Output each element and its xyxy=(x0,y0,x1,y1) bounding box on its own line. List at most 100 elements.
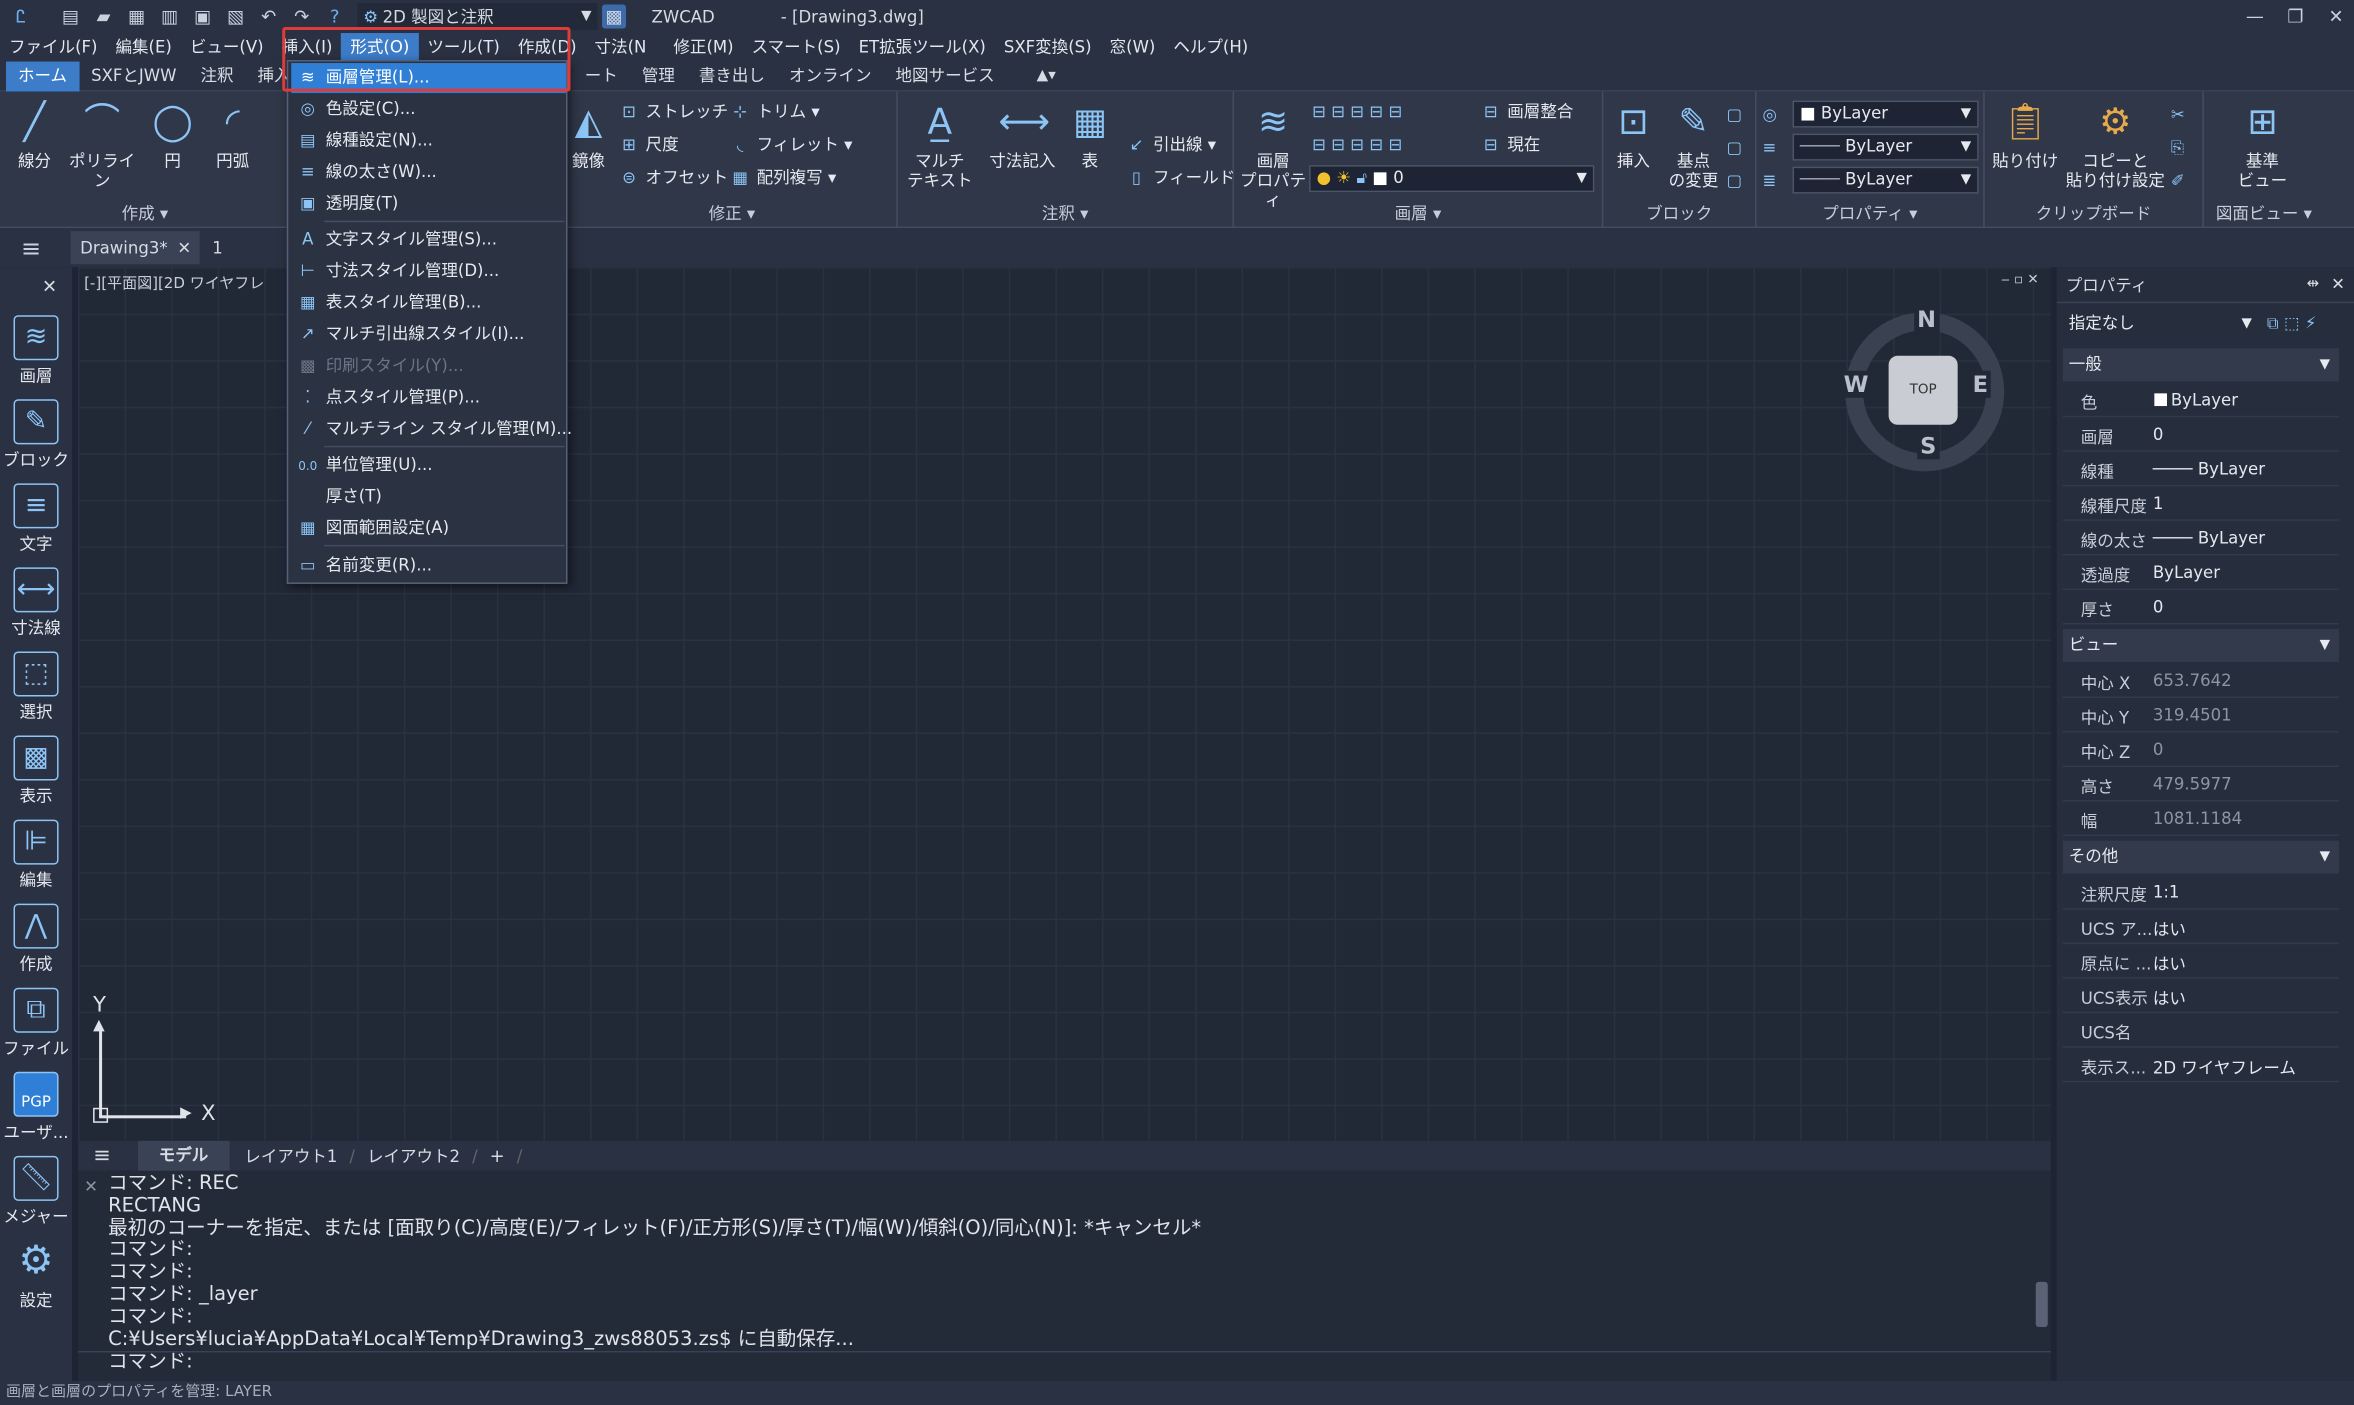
layer-properties-button[interactable]: ≋ 画層 プロパティ xyxy=(1237,98,1309,211)
property-row[interactable]: UCS名 xyxy=(2062,1013,2339,1048)
base-view-button[interactable]: ⊞ 基準 ビュー xyxy=(2225,98,2300,191)
hamburger-icon[interactable]: ≡ xyxy=(21,233,41,262)
ribbon-toggle-icon[interactable]: ▲▾ xyxy=(1037,68,1056,85)
section-misc[interactable]: その他 ▼ xyxy=(2062,840,2339,874)
views-group-label[interactable]: 図面ビュー ▾ xyxy=(2204,201,2324,225)
fillet-button[interactable]: ◟ フィレット ▾ xyxy=(730,132,853,159)
property-row[interactable]: 透過度 ByLayer xyxy=(2062,555,2339,590)
help-icon[interactable]: ? xyxy=(323,5,347,29)
circle-button[interactable]: ◯ 円 xyxy=(144,98,201,172)
left-block-button[interactable]: ✎ ブロック xyxy=(3,399,69,471)
left-settings-button[interactable]: ⚙ 設定 xyxy=(3,1240,69,1312)
properties-group-label[interactable]: プロパティ ▾ xyxy=(1756,201,1983,225)
tab-annotate[interactable]: 注釈 xyxy=(188,61,245,91)
property-row[interactable]: 幅 1081.1184 xyxy=(2062,802,2339,837)
tab-online[interactable]: オンライン xyxy=(777,61,884,91)
property-row[interactable]: 中心 X 653.7642 xyxy=(2062,663,2339,698)
quick-select-icons[interactable]: ⧉ ⬚ ⚡ xyxy=(2267,314,2316,335)
field-button[interactable]: ▯ フィールド xyxy=(1126,165,1235,192)
menu-item-tablestyle[interactable]: ▦ 表スタイル管理(B)... xyxy=(291,288,566,318)
menu-item-pointstyle[interactable]: ⁚ 点スタイル管理(P)... xyxy=(291,383,566,413)
color-combo[interactable]: ■ ByLayer ▼ xyxy=(1792,100,1979,128)
property-row[interactable]: 色 ■ ByLayer xyxy=(2062,383,2339,418)
array-button[interactable]: ▦ 配列複写 ▾ xyxy=(730,165,836,192)
layer-match-button[interactable]: ⊟ 画層整合 xyxy=(1480,99,1573,126)
tab-layout2[interactable]: レイアウト2 xyxy=(367,1144,460,1168)
toolbox-icon[interactable]: ▩ xyxy=(602,4,627,29)
layer-tools-row2[interactable]: ⊟ ⊟ ⊟ ⊟ ⊟ xyxy=(1312,132,1402,159)
leader-button[interactable]: ↙ 引出線 ▾ xyxy=(1126,132,1217,159)
tab-map[interactable]: 地図サービス xyxy=(884,61,1007,91)
property-row[interactable]: 中心 Z 0 xyxy=(2062,733,2339,768)
tab-manage[interactable]: 管理 xyxy=(630,61,687,91)
property-row[interactable]: 注釈尺度 1:1 xyxy=(2062,875,2339,910)
close-icon[interactable]: ✕ xyxy=(42,276,57,297)
property-row[interactable]: 線種 ──── ByLayer xyxy=(2062,452,2339,487)
new-icon[interactable]: ▤ xyxy=(59,5,83,29)
viewport-controls[interactable]: ‒ ▫ ✕ xyxy=(2001,273,2039,288)
maximize-icon[interactable]: ❐ xyxy=(2283,5,2307,29)
viewport-label[interactable]: [-][平面図][2D ワイヤフレ xyxy=(84,270,264,293)
property-row[interactable]: 表示ス... 2D ワイヤフレーム xyxy=(2062,1048,2339,1083)
command-window[interactable]: ✕ コマンド: REC RECTANG 最初のコーナーを指定、または [面取り(… xyxy=(78,1170,2051,1381)
menu-edit[interactable]: 編集(E) xyxy=(106,33,180,62)
property-row[interactable]: 中心 Y 319.4501 xyxy=(2062,698,2339,733)
saveas-icon[interactable]: ▥ xyxy=(158,5,182,29)
close-icon[interactable]: ✕ xyxy=(2324,5,2348,29)
menu-item-thickness[interactable]: 厚さ(T) xyxy=(291,482,566,512)
menu-sxf[interactable]: SXF変換(S) xyxy=(995,33,1101,62)
left-layer-button[interactable]: ≋ 画層 xyxy=(3,315,69,387)
app-logo-icon[interactable]: Ꮭ xyxy=(9,5,33,29)
menu-help[interactable]: ヘルプ(H) xyxy=(1164,33,1257,62)
tab-home[interactable]: ホーム xyxy=(6,60,80,91)
command-scrollbar[interactable] xyxy=(2035,1177,2048,1342)
print-icon[interactable]: ▣ xyxy=(191,5,215,29)
redo-icon[interactable]: ↷ xyxy=(290,5,314,29)
menu-item-linetype[interactable]: ▤ 線種設定(N)... xyxy=(291,126,566,156)
menu-item-rename[interactable]: ▭ 名前変更(R)... xyxy=(291,551,566,581)
polyline-button[interactable]: ⌒ ポリライン xyxy=(66,98,138,191)
property-row[interactable]: 原点に ... はい xyxy=(2062,944,2339,979)
property-row[interactable]: 画層 0 xyxy=(2062,417,2339,452)
left-edit-button[interactable]: ⊫ 編集 xyxy=(3,819,69,892)
pin-icon[interactable]: ⇹ xyxy=(2307,276,2320,293)
layer-current-button[interactable]: ⊟ 現在 xyxy=(1480,132,1540,159)
doc-tab-2[interactable]: 1 xyxy=(212,238,223,258)
tab-layout[interactable]: ート xyxy=(573,61,630,91)
modify-group-label[interactable]: 修正 ▾ xyxy=(567,201,896,225)
left-measure-button[interactable]: 📏︎ メジャー xyxy=(3,1155,69,1228)
left-text-button[interactable]: ≡ 文字 xyxy=(3,483,69,555)
left-dimension-button[interactable]: ⟷ 寸法線 xyxy=(3,567,69,639)
lineweight-combo[interactable]: ──── ByLayer ▼ xyxy=(1792,166,1979,194)
property-row[interactable]: 線の太さ ──── ByLayer xyxy=(2062,521,2339,556)
property-row[interactable]: 厚さ 0 xyxy=(2062,590,2339,625)
block-tools[interactable]: ▢ ▢ ▢ xyxy=(1726,99,1750,198)
property-row[interactable]: UCS ア... はい xyxy=(2062,910,2339,945)
annotation-group-label[interactable]: 注釈 ▾ xyxy=(898,201,1233,225)
menu-view[interactable]: ビュー(V) xyxy=(181,33,273,62)
close-icon[interactable]: ✕ xyxy=(2331,275,2345,295)
clip-tools[interactable]: ✂ ⎘ ✐ xyxy=(2171,99,2195,198)
menu-item-mleader[interactable]: ↗ マルチ引出線スタイル(I)... xyxy=(291,320,566,350)
menu-item-textstyle[interactable]: A 文字スタイル管理(S)... xyxy=(291,225,566,255)
linetype-combo[interactable]: ──── ByLayer ▼ xyxy=(1792,133,1979,161)
viewcube-top-face[interactable]: TOP xyxy=(1888,355,1958,425)
section-view[interactable]: ビュー ▼ xyxy=(2062,628,2339,662)
tab-model[interactable]: モデル xyxy=(137,1140,230,1171)
menu-modify[interactable]: 修正(M) xyxy=(664,33,742,62)
property-row[interactable]: UCS表示 はい xyxy=(2062,979,2339,1014)
line-button[interactable]: ╱ 線分 xyxy=(6,98,63,172)
left-select-button[interactable]: ⬚ 選択 xyxy=(3,651,69,723)
hamburger-icon[interactable]: ≡ xyxy=(93,1144,111,1168)
selection-combo[interactable]: 指定なし ▼ xyxy=(2062,312,2258,340)
close-icon[interactable]: ✕ xyxy=(84,1177,98,1197)
doc-tab-drawing3[interactable]: Drawing3* ✕ xyxy=(71,231,201,265)
section-general[interactable]: 一般 ▼ xyxy=(2062,348,2339,382)
trim-button[interactable]: ⊹ トリム ▾ xyxy=(730,99,820,126)
menu-dimension[interactable]: 寸法(N xyxy=(586,33,656,62)
tab-layout1[interactable]: レイアウト1 xyxy=(244,1144,337,1168)
left-draw-button[interactable]: ⋀ 作成 xyxy=(3,903,69,976)
arc-button[interactable]: ◜ 円弧 xyxy=(204,98,261,172)
tab-output[interactable]: 書き出し xyxy=(687,61,777,91)
tab-sxf-jww[interactable]: SXFとJWW xyxy=(79,61,188,91)
